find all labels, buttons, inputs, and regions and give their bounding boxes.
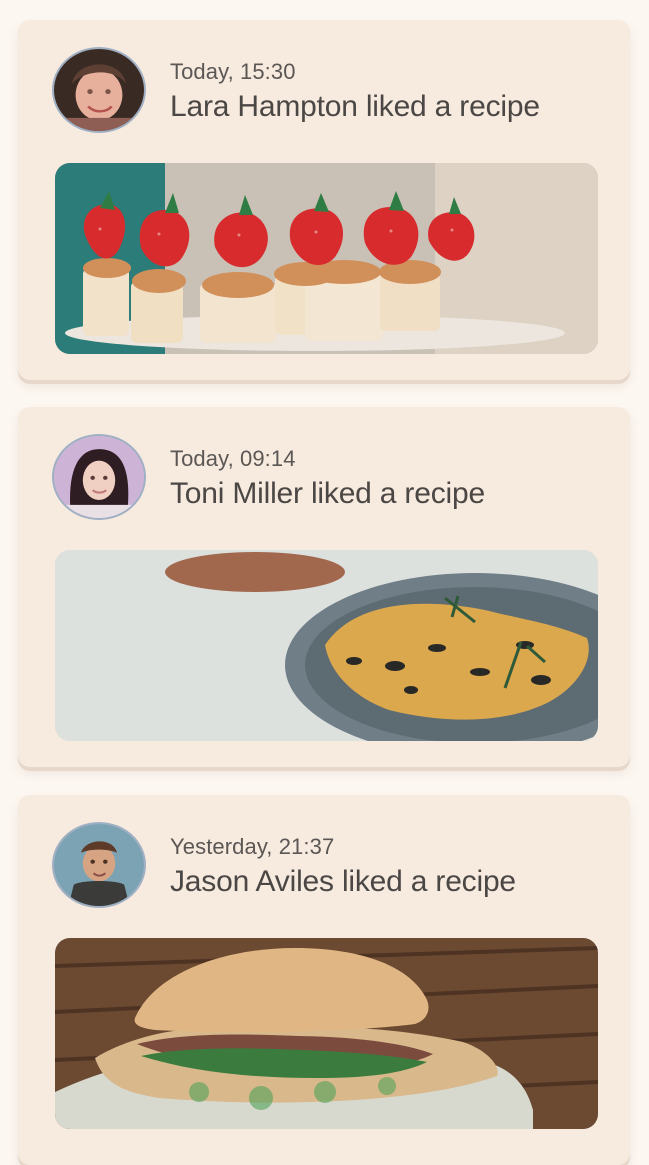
avatar[interactable]: [52, 47, 146, 133]
activity-title[interactable]: Toni Miller liked a recipe: [170, 475, 600, 513]
user-portrait: [54, 49, 144, 131]
grilled-chicken-photo: [55, 550, 598, 741]
activity-card: Yesterday, 21:37 Jason Aviles liked a re…: [18, 795, 630, 1165]
user-portrait: [54, 824, 144, 906]
avatar[interactable]: [52, 434, 146, 520]
recipe-image[interactable]: [55, 550, 598, 741]
activity-title[interactable]: Jason Aviles liked a recipe: [170, 863, 600, 901]
activity-meta: Yesterday, 21:37 Jason Aviles liked a re…: [170, 833, 600, 901]
activity-time: Yesterday, 21:37: [170, 834, 335, 859]
recipe-image[interactable]: [55, 938, 598, 1129]
beef-sandwich-photo: [55, 938, 598, 1129]
activity-title[interactable]: Lara Hampton liked a recipe: [170, 88, 600, 126]
activity-meta: Today, 09:14 Toni Miller liked a recipe: [170, 445, 600, 513]
recipe-image[interactable]: [55, 163, 598, 354]
activity-card: Today, 15:30 Lara Hampton liked a recipe: [18, 20, 630, 380]
strawberry-cupcakes-photo: [55, 163, 598, 354]
activity-card: Today, 09:14 Toni Miller liked a recipe: [18, 407, 630, 767]
activity-time: Today, 15:30: [170, 59, 296, 84]
activity-meta: Today, 15:30 Lara Hampton liked a recipe: [170, 58, 600, 126]
activity-time: Today, 09:14: [170, 446, 296, 471]
avatar[interactable]: [52, 822, 146, 908]
activity-feed: Today, 15:30 Lara Hampton liked a recipe: [0, 0, 649, 1165]
user-portrait: [54, 436, 144, 518]
